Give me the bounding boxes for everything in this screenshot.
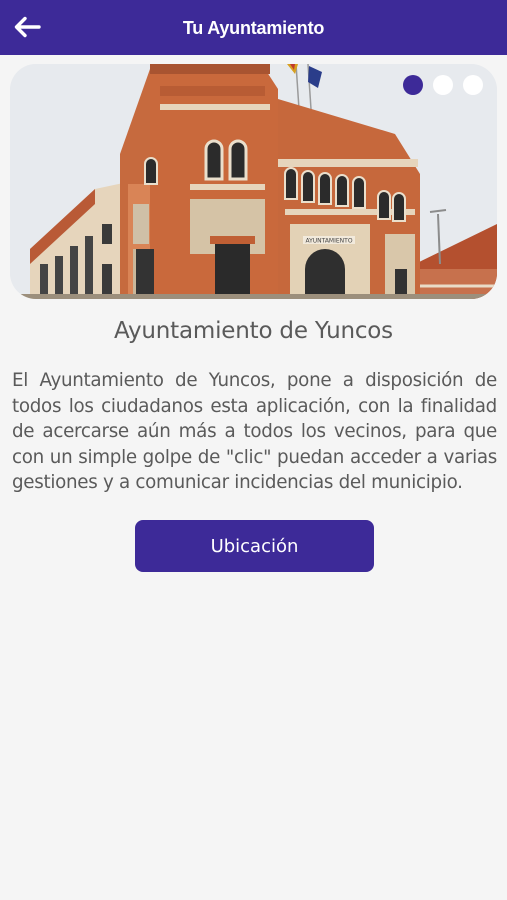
page-title: Tu Ayuntamiento: [182, 18, 325, 38]
carousel-dot-1[interactable]: [403, 75, 423, 95]
location-button[interactable]: Ubicación: [135, 520, 374, 572]
carousel-dot-2[interactable]: [433, 75, 453, 95]
image-carousel[interactable]: AYUNTAMIENTO: [10, 64, 497, 299]
carousel-pagination: [403, 75, 483, 95]
app-bar: Tu Ayuntamiento: [0, 0, 507, 55]
section-heading: Ayuntamiento de Yuncos: [114, 318, 393, 344]
building-sign: AYUNTAMIENTO: [305, 238, 352, 245]
town-hall-photo: AYUNTAMIENTO: [10, 64, 497, 299]
carousel-dot-3[interactable]: [463, 75, 483, 95]
description-text: El Ayuntamiento de Yuncos, pone a dispos…: [12, 370, 497, 493]
